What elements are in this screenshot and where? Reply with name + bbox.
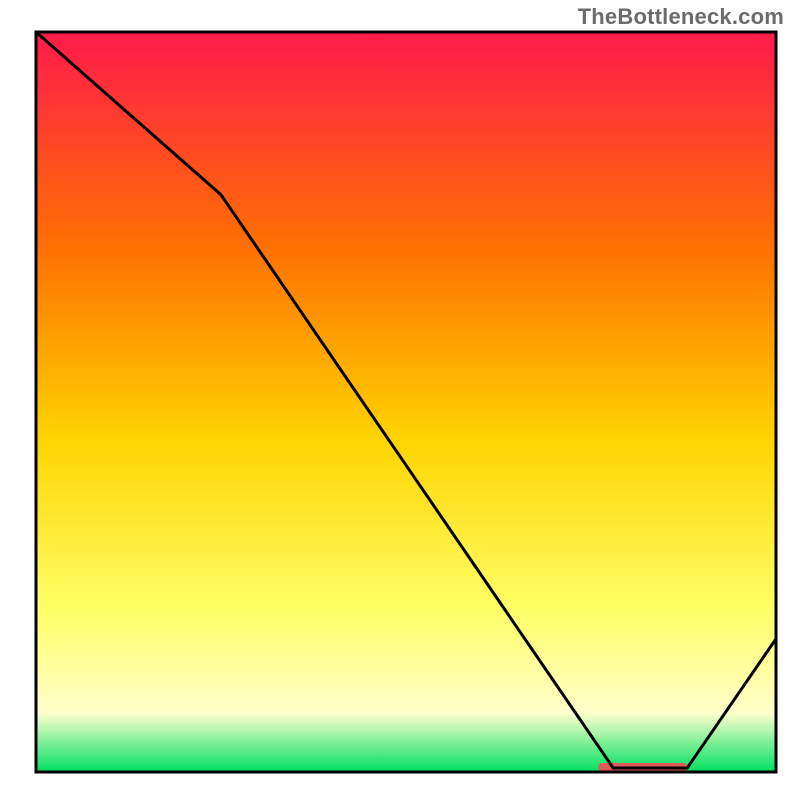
gradient-background [36,32,776,772]
bottleneck-chart [0,0,800,800]
chart-container: TheBottleneck.com [0,0,800,800]
